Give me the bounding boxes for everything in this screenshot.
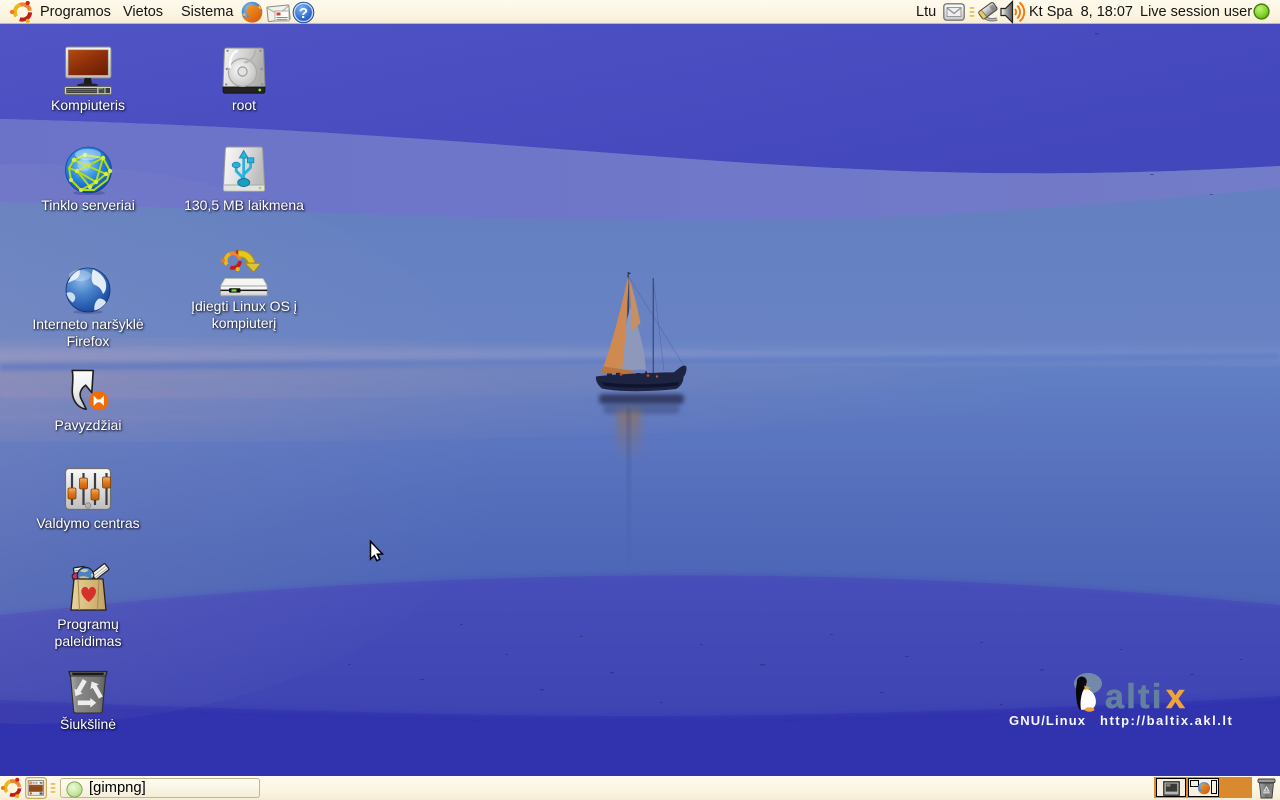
- svg-text:x: x: [1166, 678, 1185, 716]
- svg-text:alti: alti: [1105, 678, 1164, 716]
- svg-text:GNU/Linux: GNU/Linux: [1009, 713, 1086, 728]
- svg-text:http://baltix.akl.lt: http://baltix.akl.lt: [1100, 713, 1233, 728]
- svg-text:?: ?: [299, 5, 308, 22]
